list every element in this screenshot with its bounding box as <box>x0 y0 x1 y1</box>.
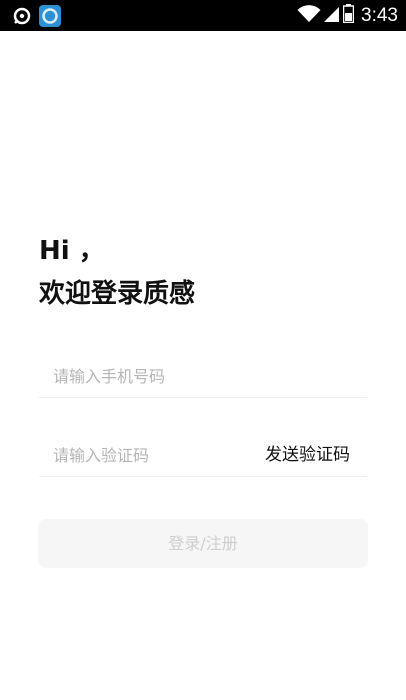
phone-field <box>39 355 367 398</box>
greeting-hi: Hi ， <box>39 236 105 266</box>
battery-icon <box>342 4 355 27</box>
verification-code-input[interactable] <box>53 434 253 476</box>
phone-input[interactable] <box>53 355 253 397</box>
wifi-icon <box>297 4 321 27</box>
message-icon <box>13 7 31 25</box>
code-field: 发送验证码 <box>39 434 367 477</box>
status-indicators: 3:43 <box>297 0 398 31</box>
signal-icon <box>324 5 340 27</box>
greeting-welcome: 欢迎登录质感 <box>39 279 196 309</box>
send-code-button[interactable]: 发送验证码 <box>265 434 350 476</box>
status-bar: 3:43 <box>0 0 406 31</box>
greeting: Hi ， 欢迎登录质感 <box>39 230 195 316</box>
login-register-button[interactable]: 登录/注册 <box>38 519 368 568</box>
app-icon <box>39 5 61 27</box>
status-time: 3:43 <box>361 5 398 26</box>
